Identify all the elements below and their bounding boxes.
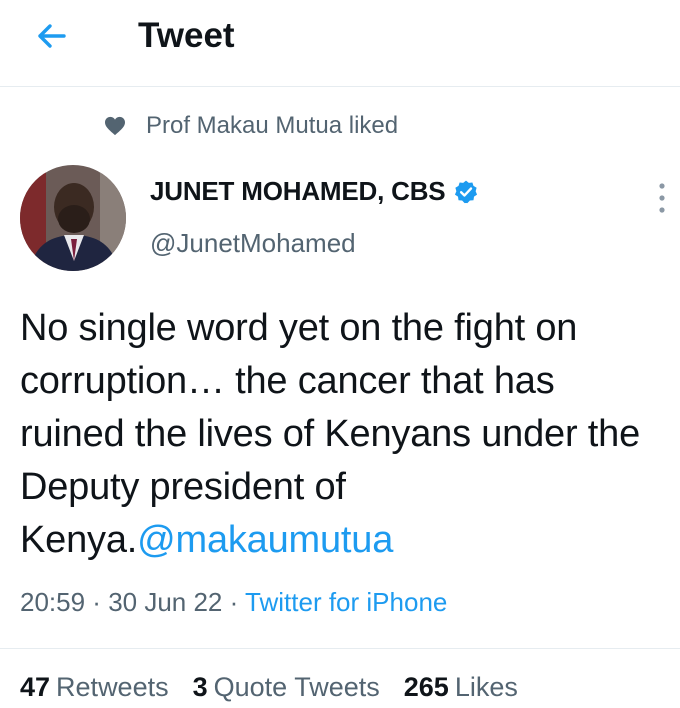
likes-label: Likes xyxy=(454,672,518,702)
retweets-stat[interactable]: 47 Retweets xyxy=(20,672,169,703)
avatar[interactable] xyxy=(20,165,126,271)
tweet-body: No single word yet on the fight on corru… xyxy=(20,302,660,567)
likes-stat[interactable]: 265 Likes xyxy=(404,672,518,703)
stats-divider xyxy=(0,648,680,649)
likes-count: 265 xyxy=(403,672,449,702)
page-title: Tweet xyxy=(138,16,235,55)
author-name[interactable]: JUNET MOHAMED, CBS xyxy=(150,176,446,207)
mention-link[interactable]: @makaumutua xyxy=(137,519,393,561)
retweets-label: Retweets xyxy=(56,672,169,702)
verified-badge-icon xyxy=(455,180,478,203)
meta-separator: · xyxy=(222,587,246,617)
quote-tweets-count: 3 xyxy=(192,672,208,702)
tweet-source-link[interactable]: Twitter for iPhone xyxy=(245,587,447,617)
social-context[interactable]: Prof Makau Mutua liked xyxy=(104,110,398,142)
header-divider xyxy=(0,86,680,87)
author-name-row[interactable]: JUNET MOHAMED, CBS xyxy=(150,176,479,207)
more-options-icon[interactable] xyxy=(652,180,672,216)
top-bar: Tweet xyxy=(0,0,680,84)
quote-tweets-stat[interactable]: 3 Quote Tweets xyxy=(193,672,380,703)
avatar-photo xyxy=(20,165,126,271)
heart-icon xyxy=(105,116,125,136)
arrow-left-icon[interactable] xyxy=(30,14,74,58)
author-handle[interactable]: @JunetMohamed xyxy=(150,228,356,259)
social-context-label: Prof Makau Mutua liked xyxy=(146,112,399,139)
tweet-date: 30 Jun 22 xyxy=(108,587,223,617)
meta-separator: · xyxy=(85,587,109,617)
tweet-time: 20:59 xyxy=(20,587,86,617)
retweets-count: 47 xyxy=(20,672,51,702)
tweet-metadata: 20:59 · 30 Jun 22 · Twitter for iPhone xyxy=(20,587,447,618)
engagement-stats: 47 Retweets 3 Quote Tweets 265 Likes xyxy=(20,672,542,703)
quote-tweets-label: Quote Tweets xyxy=(213,672,380,702)
